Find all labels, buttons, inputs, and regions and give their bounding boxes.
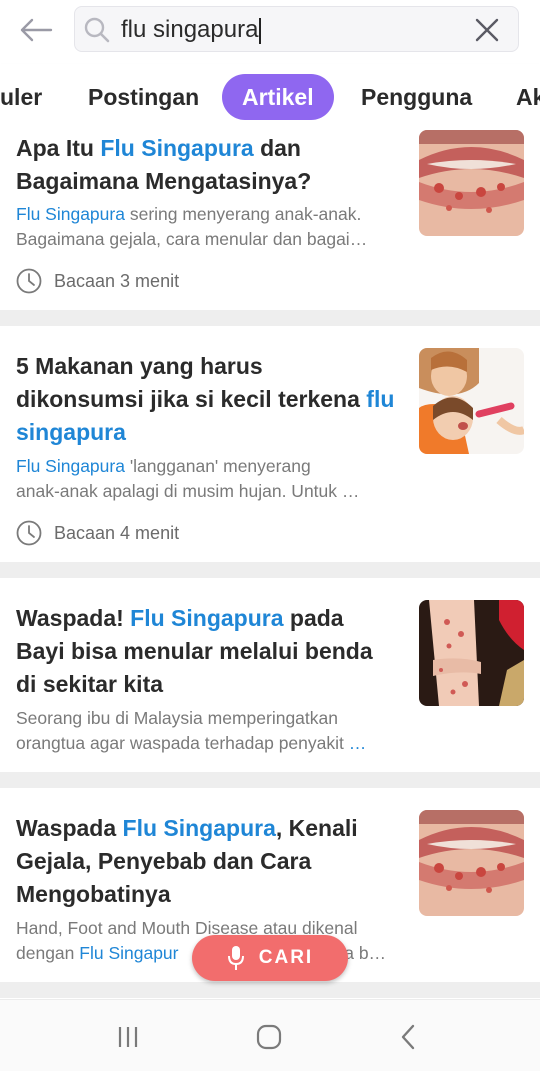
home-button[interactable]	[249, 1022, 289, 1052]
search-query: flu singapura	[121, 16, 262, 44]
article-card[interactable]: Waspada! Flu Singapura pada Bayi bisa me…	[0, 578, 540, 772]
article-card[interactable]: 5 Makanan yang harus dikonsumsi jika si …	[0, 326, 540, 562]
chevron-left-icon	[401, 1024, 415, 1050]
divider	[0, 310, 540, 326]
tab-populer[interactable]: uler	[0, 74, 42, 120]
read-time: Bacaan 4 menit	[16, 519, 179, 547]
voice-search-button[interactable]: CARI	[192, 935, 348, 981]
system-nav-bar	[0, 999, 540, 1071]
read-time: Bacaan 3 menit	[16, 267, 179, 295]
article-card[interactable]: Apa Itu Flu Singapura dan Bagaimana Meng…	[0, 130, 540, 310]
article-snippet: Seorang ibu di Malaysia memperingatkan o…	[16, 708, 367, 753]
article-title: Waspada Flu Singapura, Kenali Gejala, Pe…	[16, 815, 358, 907]
recent-apps-button[interactable]	[108, 1022, 148, 1052]
clock-icon	[16, 520, 42, 546]
back-nav-button[interactable]	[388, 1022, 428, 1052]
tab-pengguna[interactable]: Pengguna	[361, 74, 472, 120]
arrow-left-icon	[20, 18, 53, 42]
article-snippet: Flu Singapura sering menyerang anak-anak…	[16, 204, 368, 249]
tab-akun[interactable]: Ak	[516, 74, 540, 120]
close-icon[interactable]	[474, 17, 500, 43]
tab-artikel[interactable]: Artikel	[222, 74, 334, 120]
article-thumbnail	[419, 600, 524, 706]
microphone-icon	[227, 946, 244, 970]
text-cursor	[259, 17, 262, 44]
article-title: Apa Itu Flu Singapura dan Bagaimana Meng…	[16, 135, 312, 194]
tab-postingan[interactable]: Postingan	[88, 74, 199, 120]
search-input[interactable]: flu singapura	[74, 6, 519, 52]
divider	[0, 562, 540, 578]
article-thumbnail	[419, 130, 524, 236]
article-thumbnail	[419, 810, 524, 916]
divider	[0, 772, 540, 788]
article-snippet: Flu Singapura 'langganan' menyerang anak…	[16, 456, 360, 501]
article-thumbnail	[419, 348, 524, 454]
article-title: 5 Makanan yang harus dikonsumsi jika si …	[16, 353, 395, 445]
clock-icon	[16, 268, 42, 294]
search-tabs: uler Postingan Artikel Pengguna Ak	[0, 64, 540, 130]
back-button[interactable]	[14, 12, 58, 48]
divider	[0, 982, 540, 998]
top-bar: flu singapura	[0, 0, 540, 62]
article-title: Waspada! Flu Singapura pada Bayi bisa me…	[16, 605, 373, 697]
recent-apps-icon	[118, 1027, 138, 1047]
search-icon	[84, 17, 110, 43]
home-icon	[256, 1024, 282, 1050]
